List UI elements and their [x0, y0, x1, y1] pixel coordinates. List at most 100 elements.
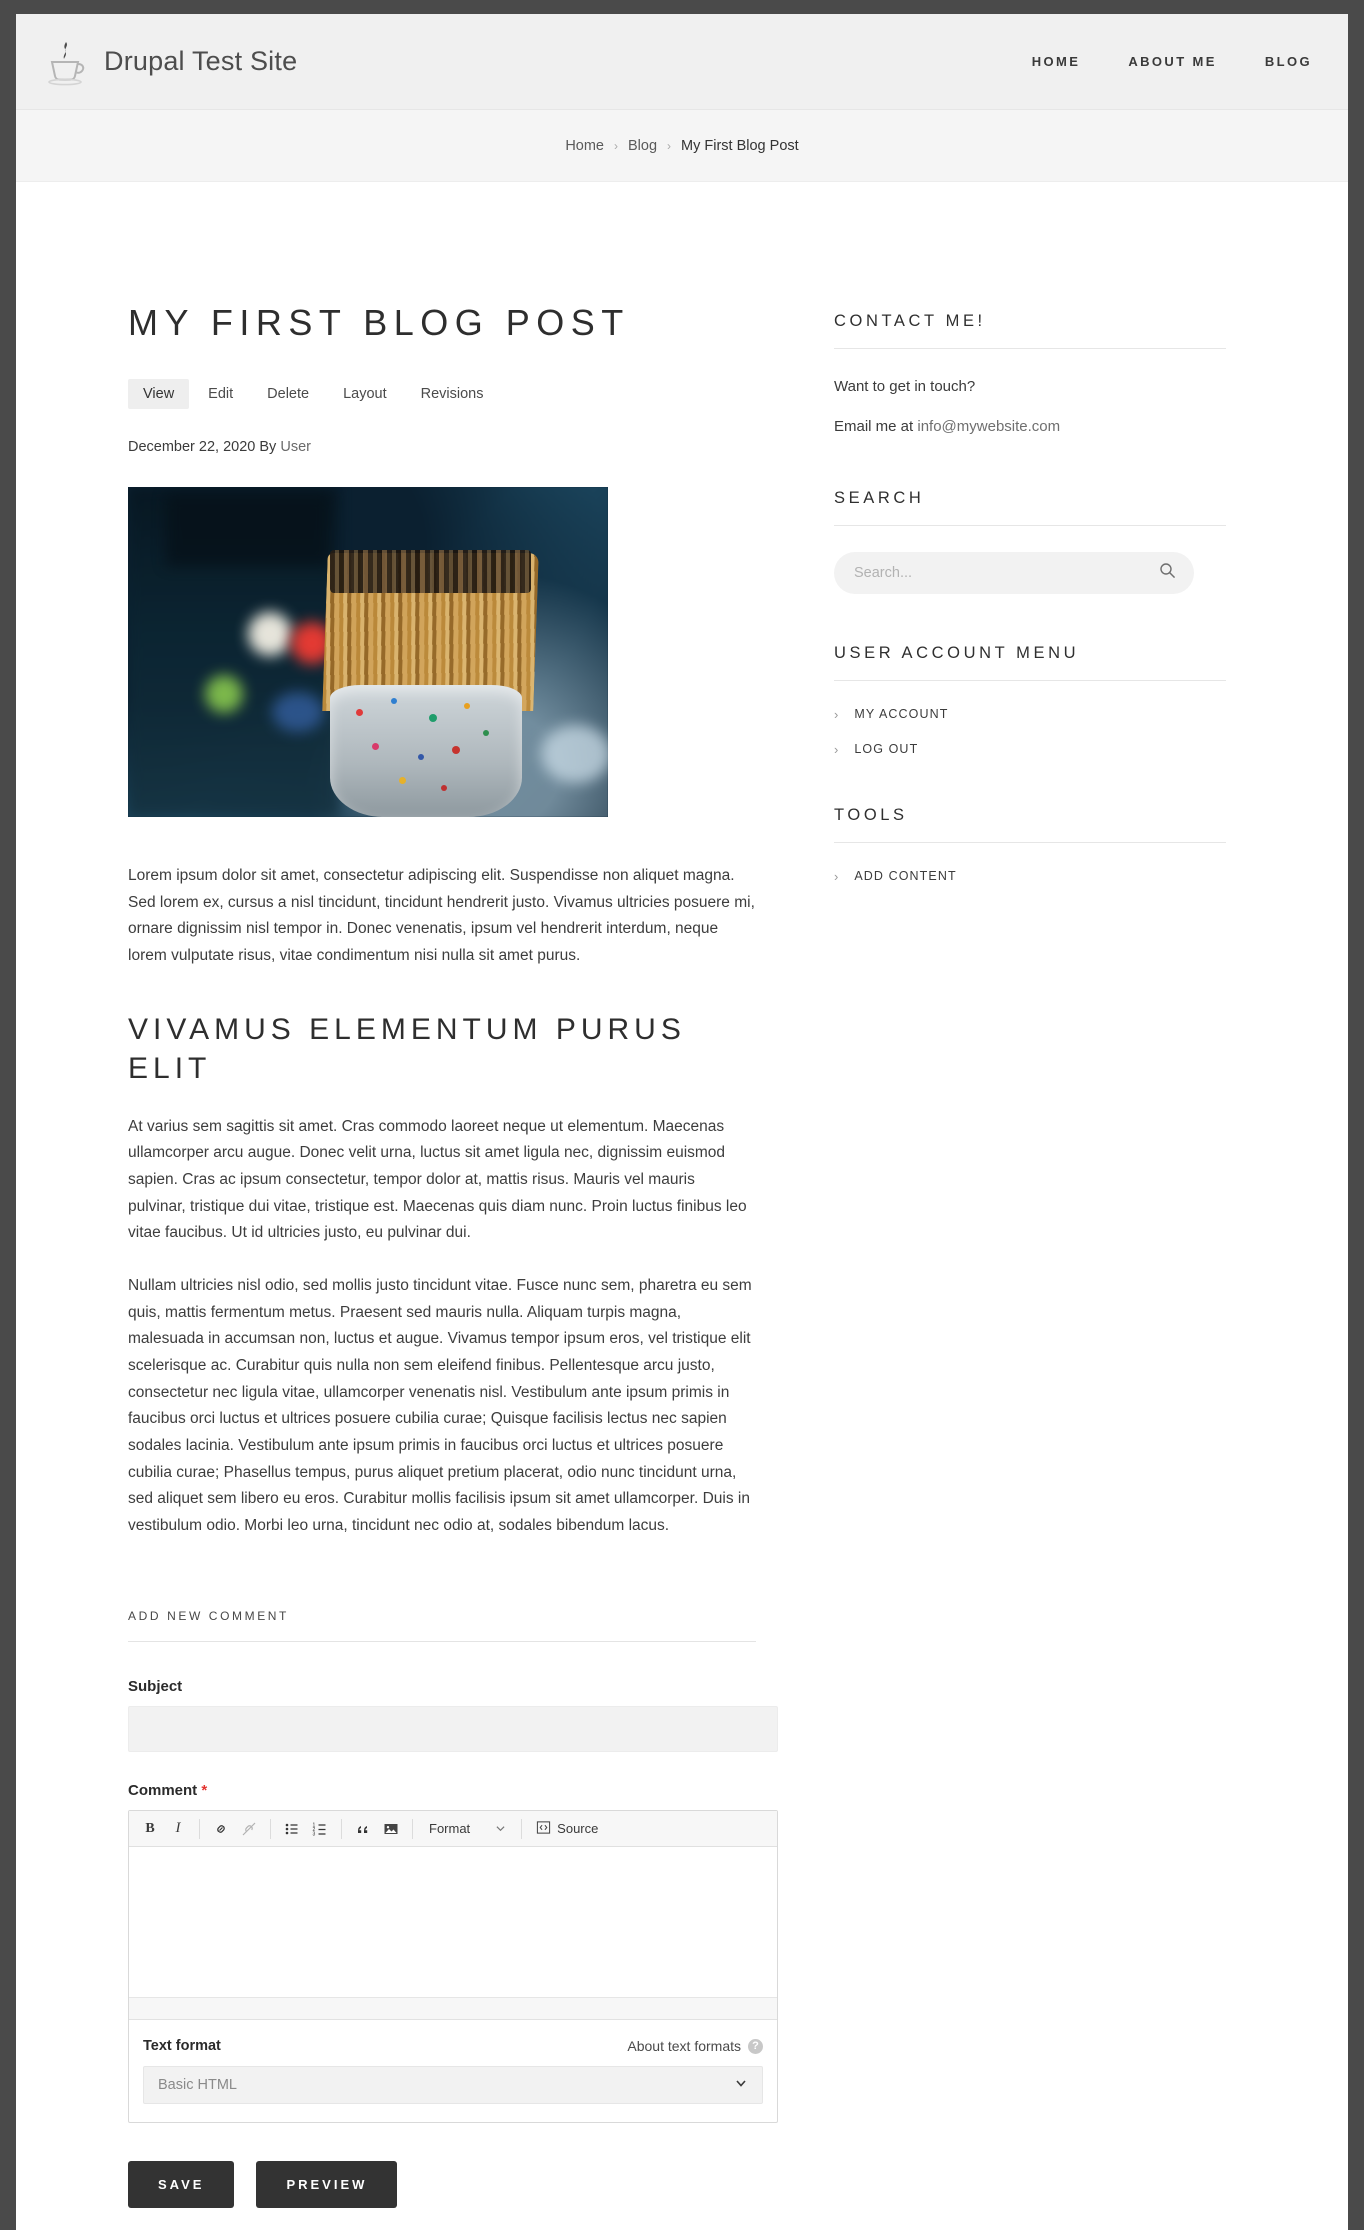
menu-link-add-content[interactable]: Add content [854, 869, 956, 883]
comment-editor-body[interactable] [129, 1847, 777, 1998]
search-icon[interactable] [1159, 562, 1176, 584]
user-account-menu-list: › My account › Log out [834, 707, 1226, 756]
chevron-down-icon [734, 2076, 748, 2094]
toolbar-divider [199, 1818, 200, 1839]
tools-block-title: Tools [834, 806, 908, 824]
main-content: My First Blog Post View Edit Delete Layo… [16, 300, 778, 2209]
text-format-label: Text format [143, 2038, 221, 2055]
search-input[interactable] [852, 564, 1159, 582]
subject-input[interactable] [128, 1706, 778, 1753]
comment-label-text: Comment [128, 1782, 198, 1800]
link-icon[interactable] [208, 1816, 234, 1842]
post-byline: December 22, 2020 By User [128, 439, 756, 455]
toolbar-divider [412, 1818, 413, 1839]
divider [834, 525, 1226, 526]
toolbar-divider [341, 1818, 342, 1839]
save-button[interactable]: SAVE [128, 2161, 235, 2209]
nav-item-blog[interactable]: BLOG [1265, 54, 1312, 69]
sidebar-block-tools: Tools › Add content [834, 806, 1226, 883]
menu-link-log-out[interactable]: Log out [854, 742, 918, 756]
text-format-selected-value: Basic HTML [158, 2077, 237, 2094]
menu-item-my-account[interactable]: › My account [834, 707, 1226, 721]
format-dropdown[interactable]: Format [421, 1816, 513, 1842]
nav-item-about-me[interactable]: ABOUT ME [1128, 54, 1217, 69]
page-frame: Drupal Test Site HOME ABOUT ME BLOG Home… [16, 14, 1348, 2230]
divider [834, 842, 1226, 843]
editor-toolbar: B I 123 Format Source [129, 1811, 777, 1848]
source-button-label: Source [557, 1821, 599, 1837]
nav-item-home[interactable]: HOME [1032, 54, 1081, 69]
contact-line-2: Email me at info@mywebsite.com [834, 415, 1226, 439]
comment-label: Comment * [128, 1782, 756, 1799]
chevron-down-icon [496, 1821, 505, 1836]
page-layout: My First Blog Post View Edit Delete Layo… [16, 182, 1348, 2209]
menu-item-add-content[interactable]: › Add content [834, 869, 1226, 883]
breadcrumb: Home › Blog › My First Blog Post [565, 138, 798, 154]
main-navigation: HOME ABOUT ME BLOG [1032, 54, 1312, 69]
chevron-right-icon: › [834, 868, 839, 884]
text-format-row: Text format About text formats ? Basic H… [129, 2019, 777, 2122]
breadcrumb-item-home[interactable]: Home [565, 138, 604, 154]
post-author-link[interactable]: User [280, 439, 311, 455]
post-paragraph-3: Nullam ultricies nisl odio, sed mollis j… [128, 1276, 752, 1534]
bold-icon[interactable]: B [137, 1816, 163, 1842]
breadcrumb-item-blog[interactable]: Blog [628, 138, 657, 154]
sidebar: Contact me! Want to get in touch? Email … [756, 300, 1226, 933]
sidebar-block-user-account-menu: User account menu › My account › Log out [834, 644, 1226, 756]
sidebar-block-contact: Contact me! Want to get in touch? Email … [834, 312, 1226, 439]
contact-line-1: Want to get in touch? [834, 378, 976, 395]
svg-text:3: 3 [313, 1831, 316, 1837]
chevron-right-icon: › [834, 706, 839, 722]
site-brand-link[interactable]: Drupal Test Site [44, 38, 297, 86]
post-body: Lorem ipsum dolor sit amet, consectetur … [128, 863, 756, 1539]
tab-layout[interactable]: Layout [328, 379, 402, 409]
contact-email-prefix: Email me at [834, 418, 918, 435]
help-icon[interactable]: ? [748, 2038, 763, 2054]
comment-rich-text-editor: B I 123 Format Source Text format About … [128, 1810, 778, 2124]
editor-status-bar [129, 1997, 777, 2020]
divider [834, 348, 1226, 349]
site-header: Drupal Test Site HOME ABOUT ME BLOG [16, 14, 1348, 110]
subject-label: Subject [128, 1678, 183, 1696]
required-marker: * [201, 1782, 208, 1800]
sidebar-block-search: Search [834, 489, 1226, 594]
text-format-select[interactable]: Basic HTML [143, 2066, 763, 2105]
menu-link-my-account[interactable]: My account [854, 707, 948, 721]
coffee-cup-icon [48, 41, 85, 85]
search-block-title: Search [834, 489, 925, 507]
tab-revisions[interactable]: Revisions [406, 379, 499, 409]
image-icon[interactable] [378, 1816, 404, 1842]
bulleted-list-icon[interactable] [279, 1816, 305, 1842]
chevron-right-icon: › [834, 741, 839, 757]
breadcrumb-item-current: My First Blog Post [681, 137, 799, 154]
contact-email-link[interactable]: info@mywebsite.com [917, 418, 1060, 435]
post-paragraph-2: At varius sem sagittis sit amet. Cras co… [128, 1117, 747, 1242]
unlink-icon [236, 1816, 262, 1842]
add-comment-form: Add new comment Subject Comment * B I [128, 1609, 778, 2209]
post-paragraph-1: Lorem ipsum dolor sit amet, consectetur … [128, 867, 755, 964]
blockquote-icon[interactable] [350, 1816, 376, 1842]
post-subheading: Vivamus elementum purus elit [128, 1012, 686, 1085]
preview-button[interactable]: PREVIEW [256, 2161, 398, 2209]
breadcrumb-separator-icon: › [667, 138, 672, 153]
tab-delete[interactable]: Delete [252, 379, 324, 409]
tab-edit[interactable]: Edit [193, 379, 248, 409]
breadcrumb-bar: Home › Blog › My First Blog Post [16, 110, 1348, 182]
page-title: My First Blog Post [128, 302, 630, 343]
form-actions: SAVE PREVIEW [128, 2161, 756, 2209]
breadcrumb-separator-icon: › [614, 138, 618, 153]
italic-icon[interactable]: I [165, 1816, 191, 1842]
search-form [834, 552, 1194, 594]
node-tabs: View Edit Delete Layout Revisions [128, 379, 756, 409]
tab-view[interactable]: View [128, 379, 190, 409]
toolbar-divider [270, 1818, 271, 1839]
source-button[interactable]: Source [530, 1816, 604, 1842]
contact-block-title: Contact me! [834, 312, 986, 330]
menu-item-log-out[interactable]: › Log out [834, 742, 1226, 756]
about-text-formats-link[interactable]: About text formats [627, 2038, 741, 2054]
format-dropdown-label: Format [429, 1821, 471, 1837]
numbered-list-icon[interactable]: 123 [307, 1816, 333, 1842]
source-code-icon [536, 1820, 551, 1838]
toolbar-divider [521, 1818, 523, 1839]
user-account-menu-title: User account menu [834, 644, 1080, 662]
